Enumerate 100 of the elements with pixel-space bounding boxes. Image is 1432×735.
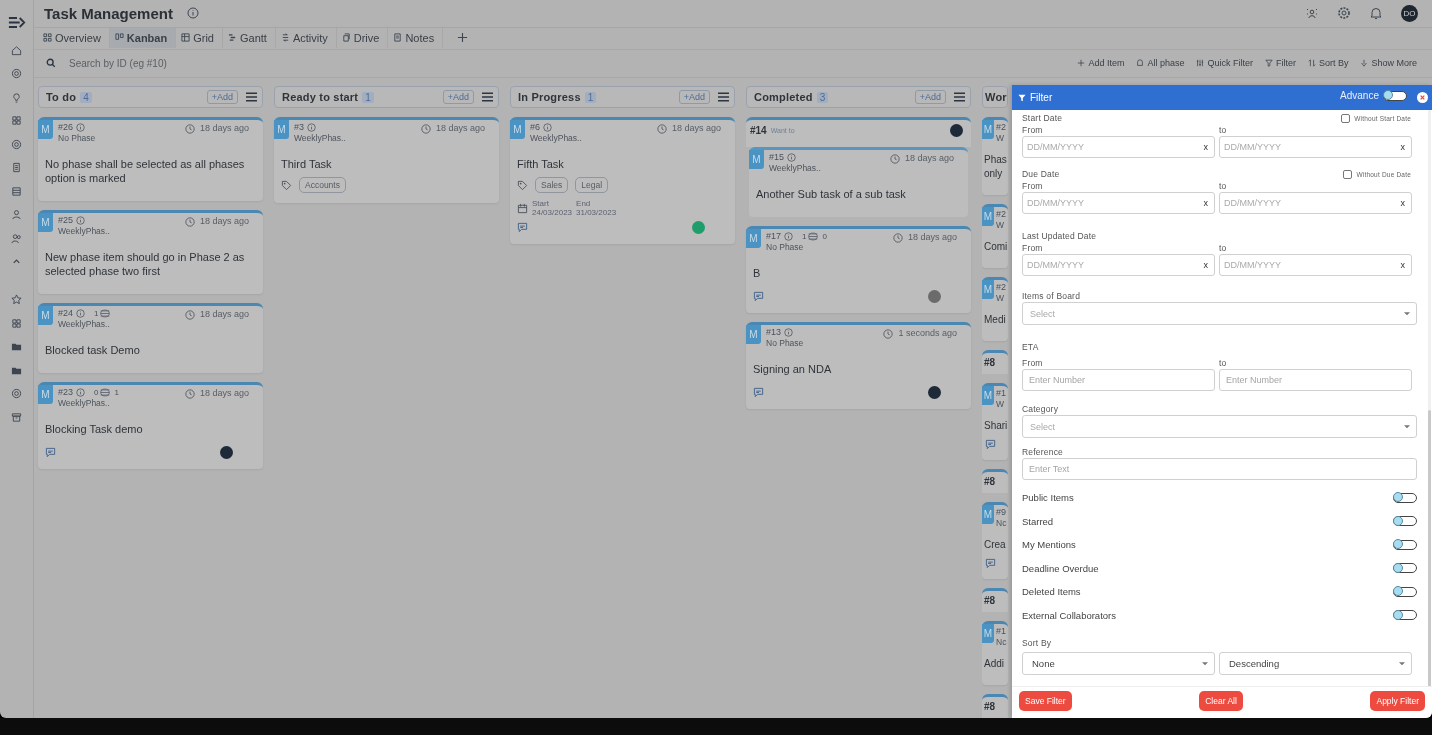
info-icon[interactable] xyxy=(787,152,797,162)
comment-icon[interactable] xyxy=(45,447,56,458)
toolbar-button[interactable]: Quick Filter xyxy=(1193,58,1256,69)
toolbar-button[interactable]: Show More xyxy=(1357,58,1420,69)
info-icon[interactable] xyxy=(76,122,86,132)
toolbar-button[interactable]: All phase xyxy=(1133,58,1188,69)
info-icon[interactable] xyxy=(186,7,199,20)
menu-icon[interactable] xyxy=(954,92,965,102)
task-card[interactable]: M #6 WeeklyPhas.. 18 days ago Fifth Task Sales Legal Start 24/03/2023 End 31/03/2023 xyxy=(510,117,735,244)
date-field[interactable]: DD/MM/YYYY x xyxy=(1219,254,1412,276)
close-icon[interactable] xyxy=(1417,92,1428,103)
save-filter-button[interactable]: Save Filter xyxy=(1019,691,1072,711)
add-tab-icon[interactable] xyxy=(457,32,469,44)
calendar-icon xyxy=(517,202,528,214)
toggle-switch[interactable] xyxy=(1393,610,1417,621)
task-card[interactable]: M #1 W Shari xyxy=(982,383,1008,460)
task-card[interactable]: M #2 W Medi xyxy=(982,277,1008,341)
comment-icon[interactable] xyxy=(985,558,996,569)
date-field[interactable]: DD/MM/YYYY x xyxy=(1219,136,1412,158)
tab[interactable]: Overview xyxy=(38,27,110,48)
document-icon[interactable] xyxy=(11,162,22,173)
tab[interactable]: Drive xyxy=(336,27,389,48)
info-icon[interactable] xyxy=(76,387,86,397)
comment-icon[interactable] xyxy=(753,291,764,302)
toolbar-button[interactable]: Filter xyxy=(1261,58,1299,69)
advance-toggle[interactable] xyxy=(1383,90,1407,101)
date-field[interactable]: DD/MM/YYYY x xyxy=(1022,192,1215,214)
task-card[interactable]: M #23 0 1 WeeklyPhas.. 18 days ago Blocking Task demo xyxy=(38,382,263,469)
tab[interactable]: Activity xyxy=(275,27,337,48)
toolbar-button[interactable]: Add Item xyxy=(1074,58,1128,69)
target-icon[interactable] xyxy=(11,138,22,150)
task-card[interactable]: M #9 Nc Crea xyxy=(982,502,1008,579)
toggle-switch[interactable] xyxy=(1393,492,1417,503)
clear-all-button[interactable]: Clear All xyxy=(1199,691,1243,711)
task-card[interactable]: M #17 1 0 No Phase 18 days ago B xyxy=(746,226,971,313)
comment-icon[interactable] xyxy=(985,439,996,450)
task-card[interactable]: M #15 WeeklyPhas.. 18 days ago Another Sub task of a sub task xyxy=(749,147,968,217)
time-label: 18 days ago xyxy=(199,388,249,398)
expand-icon[interactable] xyxy=(7,16,26,29)
task-card[interactable]: M #2 W Comi xyxy=(982,204,1008,268)
folder-icon[interactable] xyxy=(11,341,22,352)
task-card[interactable]: M #2 W Phas only xyxy=(982,117,1008,195)
star-icon[interactable] xyxy=(11,294,22,305)
parent-card[interactable]: #8 xyxy=(982,694,1008,718)
task-card[interactable]: M #1 Nc Addi xyxy=(982,621,1008,685)
person-icon[interactable] xyxy=(11,209,22,220)
bulb-icon[interactable] xyxy=(11,91,22,103)
info-icon[interactable] xyxy=(784,327,794,337)
comment-icon[interactable] xyxy=(517,222,528,233)
info-icon[interactable] xyxy=(307,122,316,132)
task-card[interactable]: M #26 No Phase 18 days ago No phase shall be selected as all phases option is marked xyxy=(38,117,263,201)
menu-icon[interactable] xyxy=(718,92,729,102)
parent-card[interactable]: #8 xyxy=(982,469,1008,493)
target-icon[interactable] xyxy=(11,68,22,79)
settings-icon[interactable] xyxy=(1337,6,1351,21)
toggle-switch[interactable] xyxy=(1393,516,1417,527)
toggle-switch[interactable] xyxy=(1393,539,1417,550)
info-icon[interactable] xyxy=(784,231,794,241)
apply-filter-button[interactable]: Apply Filter xyxy=(1370,691,1425,711)
field-label: Last Updated Date xyxy=(1022,230,1097,242)
search-field[interactable]: Search by ID (eg #10) xyxy=(67,56,271,70)
info-icon[interactable] xyxy=(76,215,86,225)
info-icon[interactable] xyxy=(543,122,552,132)
checkbox[interactable] xyxy=(1343,169,1353,179)
grid-icon[interactable] xyxy=(11,317,22,329)
parent-card[interactable]: #8 xyxy=(982,588,1008,612)
home-icon[interactable] xyxy=(11,44,22,56)
number-field[interactable]: Enter Number xyxy=(1219,369,1412,391)
menu-icon[interactable] xyxy=(482,92,493,102)
parent-card[interactable]: #8 xyxy=(982,350,1008,374)
select-field[interactable]: None xyxy=(1022,652,1215,675)
comment-icon[interactable] xyxy=(753,387,764,398)
archive-icon[interactable] xyxy=(11,411,22,423)
text-field[interactable]: Enter Text xyxy=(1022,458,1417,480)
info-icon[interactable] xyxy=(76,308,86,318)
date-field[interactable]: DD/MM/YYYY x xyxy=(1022,254,1215,276)
select-field[interactable]: Descending xyxy=(1219,652,1412,675)
people-icon[interactable] xyxy=(11,232,22,244)
scrollbar[interactable] xyxy=(1428,110,1431,686)
field-label: Start Date xyxy=(1022,112,1063,124)
tab[interactable]: Grid xyxy=(176,27,223,48)
task-card[interactable]: M #3 WeeklyPhas.. 18 days ago Third Task Accounts xyxy=(274,117,499,203)
date-field[interactable]: DD/MM/YYYY x xyxy=(1022,136,1215,158)
toggle-switch[interactable] xyxy=(1393,563,1417,574)
toggle-switch[interactable] xyxy=(1393,586,1417,597)
date-field[interactable]: DD/MM/YYYY x xyxy=(1219,192,1412,214)
task-card[interactable]: M #24 1 WeeklyPhas.. 18 days ago Blocked task Demo xyxy=(38,303,263,373)
number-field[interactable]: Enter Number xyxy=(1022,369,1215,391)
checkbox[interactable] xyxy=(1341,113,1351,123)
grid-icon[interactable] xyxy=(11,115,22,126)
tab[interactable]: Gantt xyxy=(222,27,276,48)
team-icon[interactable] xyxy=(1305,6,1319,21)
user-avatar[interactable]: DO xyxy=(1401,4,1418,22)
list-icon[interactable] xyxy=(11,185,22,197)
task-card[interactable]: M #13 No Phase 1 seconds ago Signing an NDA xyxy=(746,322,971,409)
toolbar-button[interactable]: Sort By xyxy=(1304,58,1352,69)
tab[interactable]: Notes xyxy=(388,27,444,48)
target-icon[interactable] xyxy=(11,388,22,399)
task-card[interactable]: M #25 WeeklyPhas.. 18 days ago New phase item should go in Phase 2 as selected phase two first xyxy=(38,210,263,294)
menu-icon[interactable] xyxy=(246,92,257,102)
